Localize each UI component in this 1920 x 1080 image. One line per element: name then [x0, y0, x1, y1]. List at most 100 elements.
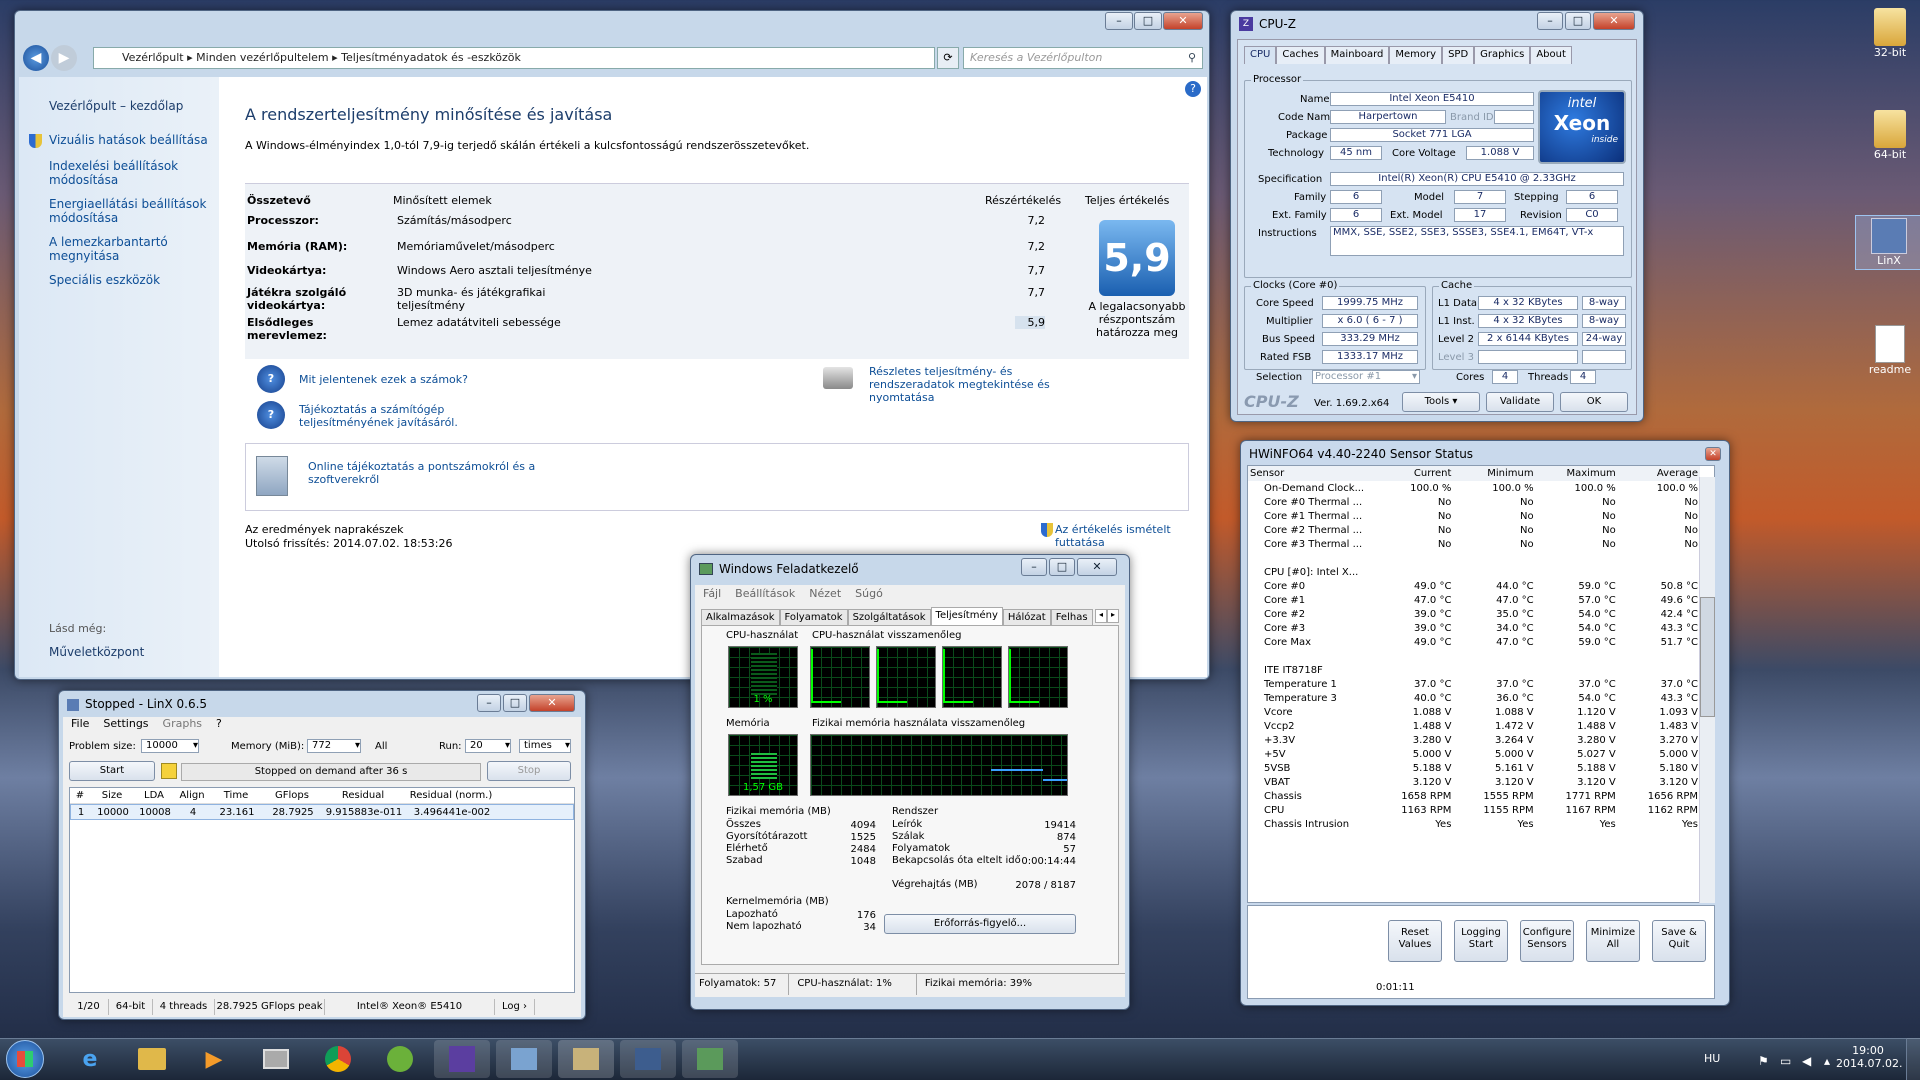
flag-icon[interactable]: ⚑ — [1758, 1054, 1769, 1068]
column-header[interactable]: LDA — [134, 788, 174, 803]
forward-button[interactable]: ▶ — [51, 45, 77, 71]
tab-scroll-left[interactable]: ◂ — [1095, 609, 1107, 623]
stop-button[interactable]: Stop — [487, 761, 571, 781]
maximize-button[interactable]: □ — [1134, 12, 1162, 30]
tab-5[interactable]: Felhas — [1050, 609, 1093, 625]
ok-button[interactable]: OK — [1560, 392, 1628, 412]
sidebar-home[interactable]: Vezérlőpult – kezdőlap — [49, 99, 183, 113]
minimize-button[interactable]: – — [1021, 558, 1047, 576]
tab-graphics[interactable]: Graphics — [1474, 46, 1531, 64]
memory-select[interactable]: 772 ▾ — [307, 739, 361, 753]
hwinfo-logging-start-button[interactable]: Logging Start — [1454, 920, 1508, 962]
tab-0[interactable]: Alkalmazások — [701, 609, 780, 625]
column-header-current[interactable]: Current — [1371, 466, 1453, 481]
link-detailed-info[interactable]: Részletes teljesítmény- és rendszeradato… — [869, 365, 1093, 404]
column-header[interactable]: Residual (norm.) — [404, 788, 498, 803]
sidebar-item-power[interactable]: Energiaellátási beállítások módosítása — [49, 197, 209, 225]
tab-mainboard[interactable]: Mainboard — [1324, 46, 1390, 64]
tray-chevron-icon[interactable]: ▴ — [1824, 1054, 1830, 1068]
close-button[interactable]: ✕ — [1593, 12, 1635, 30]
tab-caches[interactable]: Caches — [1276, 46, 1325, 64]
menu-settings[interactable]: Settings — [103, 717, 148, 733]
menu-graphs[interactable]: Graphs — [163, 717, 202, 733]
close-button[interactable]: ✕ — [1705, 447, 1721, 461]
hwinfo-reset-values-button[interactable]: Reset Values — [1388, 920, 1442, 962]
desktop-icon-64bit[interactable]: 64-bit — [1862, 110, 1918, 161]
hwinfo-minimize-all-button[interactable]: Minimize All — [1586, 920, 1640, 962]
column-header-minimum[interactable]: Minimum — [1453, 466, 1535, 481]
breadcrumb-0[interactable]: Vezérlőpult — [122, 51, 184, 64]
menu-help[interactable]: ? — [216, 717, 222, 733]
sidebar-item-action-center[interactable]: Műveletközpont — [49, 645, 144, 659]
start-button[interactable]: Start — [69, 761, 155, 781]
menu-view[interactable]: Nézet — [809, 585, 841, 603]
sidebar-item-disk-cleanup[interactable]: A lemezkarbantartó megnyitása — [49, 235, 209, 263]
desktop-icon-32bit[interactable]: 32-bit — [1862, 8, 1918, 59]
validate-button[interactable]: Validate — [1486, 392, 1554, 412]
taskbar-chrome[interactable] — [310, 1040, 366, 1078]
all-button[interactable]: All — [375, 741, 387, 752]
menu-options[interactable]: Beállítások — [735, 585, 795, 603]
network-icon[interactable]: ▭ — [1780, 1054, 1791, 1068]
sidebar-item-indexing[interactable]: Indexelési beállítások módosítása — [49, 159, 209, 187]
menu-file[interactable]: Fájl — [703, 585, 721, 603]
link-rerun-assessment[interactable]: Az értékelés ismételt futtatása — [1055, 523, 1207, 549]
clock[interactable]: 19:00 2014.07.02. — [1836, 1044, 1902, 1070]
problem-size-select[interactable]: 10000 ▾ — [141, 739, 199, 753]
tab-2[interactable]: Szolgáltatások — [847, 609, 931, 625]
taskbar-utorrent[interactable] — [372, 1040, 428, 1078]
run-count-select[interactable]: 20 ▾ — [465, 739, 511, 753]
close-button[interactable]: ✕ — [1163, 12, 1203, 30]
link-improve-performance[interactable]: Tájékoztatás a számítógép teljesítményén… — [299, 403, 469, 429]
taskbar-task-manager[interactable] — [682, 1040, 738, 1078]
tab-cpu[interactable]: CPU — [1244, 46, 1277, 64]
tab-memory[interactable]: Memory — [1389, 46, 1443, 64]
resource-monitor-button[interactable]: Erőforrás-figyelő... — [884, 914, 1076, 934]
menu-file[interactable]: File — [71, 717, 89, 733]
hwinfo-configure-sensors-button[interactable]: Configure Sensors — [1520, 920, 1574, 962]
maximize-button[interactable]: □ — [1565, 12, 1591, 30]
address-bar[interactable]: Vezérlőpult ▸ Minden vezérlőpultelem ▸ T… — [93, 47, 935, 69]
column-header[interactable]: Size — [90, 788, 134, 803]
scrollbar-thumb[interactable] — [1700, 597, 1715, 717]
menu-help[interactable]: Súgó — [855, 585, 883, 603]
close-button[interactable]: ✕ — [529, 694, 575, 712]
taskbar-app-99[interactable] — [248, 1040, 304, 1078]
volume-icon[interactable]: ◀ — [1802, 1054, 1811, 1068]
table-row[interactable]: 1 10000 10008 4 23.161 28.7925 9.915883e-011 3.… — [70, 804, 574, 820]
processor-select[interactable]: Processor #1 ▾ — [1312, 370, 1420, 384]
times-select[interactable]: times ▾ — [519, 739, 571, 753]
column-header[interactable]: Align — [174, 788, 210, 803]
start-button[interactable] — [6, 1040, 44, 1078]
taskbar-explorer[interactable] — [124, 1040, 180, 1078]
taskbar-control-panel[interactable] — [496, 1040, 552, 1078]
show-desktop-button[interactable] — [1906, 1038, 1920, 1080]
taskbar-cpuz[interactable] — [434, 1040, 490, 1078]
tab-about[interactable]: About — [1530, 46, 1572, 64]
minimize-button[interactable]: – — [1105, 12, 1133, 30]
taskbar-media-player[interactable]: ▶ — [186, 1040, 242, 1078]
hwinfo-save-quit-button[interactable]: Save & Quit — [1652, 920, 1706, 962]
column-header[interactable]: Time — [210, 788, 262, 803]
language-indicator[interactable]: HU — [1704, 1052, 1720, 1065]
help-icon[interactable]: ? — [1185, 81, 1201, 97]
tools-button[interactable]: Tools ▾ — [1402, 392, 1480, 412]
breadcrumb-1[interactable]: Minden vezérlőpultelem — [196, 51, 329, 64]
sidebar-item-advanced-tools[interactable]: Speciális eszközök — [49, 273, 209, 287]
column-header[interactable]: GFlops — [262, 788, 322, 803]
link-what-numbers-mean[interactable]: Mit jelentenek ezek a számok? — [299, 373, 468, 386]
taskbar-internet-explorer[interactable]: e — [62, 1040, 118, 1078]
tab-spd[interactable]: SPD — [1442, 46, 1475, 64]
minimize-button[interactable]: – — [1537, 12, 1563, 30]
minimize-button[interactable]: – — [477, 694, 501, 712]
column-header-maximum[interactable]: Maximum — [1536, 466, 1618, 481]
taskbar-hwinfo[interactable] — [620, 1040, 676, 1078]
tab-scroll-right[interactable]: ▸ — [1107, 609, 1119, 623]
column-header-sensor[interactable]: Sensor — [1248, 466, 1371, 481]
desktop-icon-linx[interactable]: LinX — [1855, 215, 1920, 270]
refresh-button[interactable]: ⟳ — [937, 47, 959, 69]
tab-3[interactable]: Teljesítmény — [930, 607, 1003, 625]
breadcrumb-2[interactable]: Teljesítményadatok és -eszközök — [341, 51, 521, 64]
tab-1[interactable]: Folyamatok — [779, 609, 848, 625]
search-input[interactable]: Keresés a Vezérlőpulton ⚲ — [963, 47, 1203, 69]
